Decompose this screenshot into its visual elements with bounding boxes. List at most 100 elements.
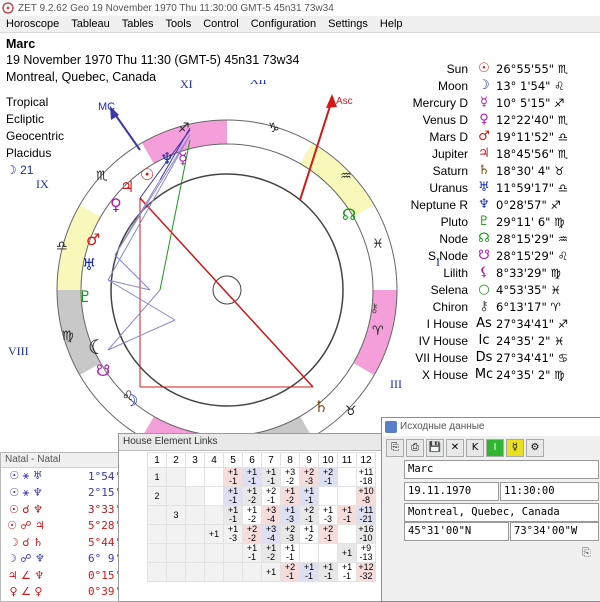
grid-cell	[185, 543, 205, 563]
input-dialog-title: Исходные данные	[400, 421, 485, 432]
house-links-grid: 1 2 3 4 5 6 7 8 9 10 11 12 1 +1 -1 +1 -1 +1 -1 +3 -2 +2 -3 +2 -1…	[147, 452, 376, 582]
planet-row[interactable]: Sun ☉ 26°55'55" ♏	[408, 60, 598, 77]
grid-column-header: 1	[147, 452, 167, 468]
grid-row: 2 +1 -1 +1 -2 +2 -1 +1 -2 +1 -1 +10 -8	[147, 486, 376, 506]
save-button[interactable]: 💾	[426, 439, 444, 457]
grid-cell	[147, 562, 167, 582]
grid-cell	[337, 486, 357, 506]
planet-row[interactable]: IV House Ic 24°35' 2" ♓	[408, 332, 598, 349]
planet-row[interactable]: X House Mc 24°35' 2" ♍	[408, 366, 598, 383]
grid-cell	[337, 524, 357, 544]
grid-column-header: 6	[242, 452, 262, 468]
planet-positions-list: Sun ☉ 26°55'55" ♏ Moon ☽ 13° 1'54" ♌ Mercury D…	[408, 60, 598, 383]
aspect-symbols: ☉ ☍ ♃	[7, 519, 45, 533]
copy-button[interactable]: ⎘	[386, 439, 404, 457]
grid-column-header: 10	[318, 452, 338, 468]
grid-cell	[185, 562, 205, 582]
planet-name: Sun	[446, 61, 468, 76]
grid-cell	[185, 467, 205, 487]
planet-position: 19°11'52" ♎	[496, 129, 569, 144]
delete-button[interactable]: ✕	[446, 439, 464, 457]
planet-name: Lilith	[443, 265, 468, 280]
copy-icon[interactable]: ⎘	[582, 546, 591, 560]
grid-cell	[185, 505, 205, 525]
planet-row[interactable]: Selena ○ 4°53'35" ♓	[408, 281, 598, 298]
pluto-glyph: ♇	[78, 287, 92, 306]
date-field[interactable]: 19.11.1970	[404, 482, 499, 501]
menu-help[interactable]: Help	[374, 18, 409, 30]
menu-control[interactable]: Control	[197, 18, 244, 30]
planet-symbol-icon: ♆	[478, 197, 490, 212]
house-element-links-window[interactable]: House Element Links 1 2 3 4 5 6 7 8 9 10 11 12 1 +1 -1…	[118, 433, 390, 602]
menu-tools[interactable]: Tools	[160, 18, 198, 30]
menu-configuration[interactable]: Configuration	[245, 18, 322, 30]
grid-cell: +1 -1	[242, 543, 262, 563]
grid-cell: 2	[147, 486, 167, 506]
planet-row[interactable]: Mars D ♂ 19°11'52" ♎	[408, 128, 598, 145]
grid-column-header: 5	[223, 452, 243, 468]
k-button[interactable]: K	[466, 439, 484, 457]
planet-name: Venus D	[422, 112, 468, 127]
planet-name: Pluto	[440, 214, 468, 229]
grid-row: +1 +2 -1 +1 -1 +1 -1 +1 -1 +12 -32	[147, 562, 376, 582]
planet-row[interactable]: Lilith ⚸ 8°33'29" ♍	[408, 264, 598, 281]
grid-column-header: 9	[299, 452, 319, 468]
planet-name: Chiron	[432, 299, 468, 314]
window-title: ZET 9.2.62 Geo 19 November 1970 Thu 11:3…	[18, 2, 334, 14]
grid-column-header: 4	[204, 452, 224, 468]
planet-row[interactable]: I House As 27°34'41" ♐	[408, 315, 598, 332]
planet-row[interactable]: Jupiter ♃ 18°45'56" ♏	[408, 145, 598, 162]
planet-name: S.Node	[427, 248, 468, 263]
grid-cell: +12 -32	[356, 562, 376, 582]
grid-cell	[147, 524, 167, 544]
planet-position: 18°30' 4" ♉	[496, 163, 565, 178]
place-field[interactable]: Montreal, Quebec, Canada	[404, 503, 599, 522]
planet-row[interactable]: VII House Ds 27°34'41" ♋	[408, 349, 598, 366]
planet-symbol-icon: ♂	[478, 129, 490, 144]
i-button[interactable]: I	[486, 439, 504, 457]
mercury-glyph: ☿	[178, 149, 188, 168]
input-data-dialog[interactable]: Исходные данные ⎘ ⎙ 💾 ✕ K I ☿ ⚙ Marc 19.…	[381, 417, 600, 602]
grid-cell: +1 -1	[223, 486, 243, 506]
menu-tables[interactable]: Tables	[116, 18, 160, 30]
planet-row[interactable]: Saturn ♄ 18°30' 4" ♉	[408, 162, 598, 179]
horoscope-wheel[interactable]: XI XII MC Asc IX II VIII III ♐♑ ♒♓ ♈♉ ♊♋…	[0, 80, 440, 460]
planet-row[interactable]: S.Node ☋ 28°15'29" ♌	[408, 247, 598, 264]
planet-position: 0°28'57" ♐	[496, 197, 561, 212]
planet-row[interactable]: Venus D ♀ 12°22'40" ♏	[408, 111, 598, 128]
chart-person-name: Marc	[6, 37, 36, 51]
planet-row[interactable]: Mercury D ☿ 10° 5'15" ♐	[408, 94, 598, 111]
grid-cell: +3 -2	[280, 467, 300, 487]
paste-button[interactable]: ⎙	[406, 439, 424, 457]
planet-symbol-icon: Ds	[475, 350, 493, 365]
settings-button[interactable]: ⚙	[526, 439, 544, 457]
planet-name: Selena	[430, 282, 468, 297]
sun-glyph: ☉	[140, 165, 154, 184]
planet-position: 24°35' 2" ♍	[496, 367, 565, 382]
time-field[interactable]: 11:30:00	[500, 482, 599, 501]
planet-row[interactable]: Uranus ♅ 11°59'17" ♎	[408, 179, 598, 196]
grid-cell	[223, 562, 243, 582]
planet-position: 28°15'29" ♌	[496, 248, 569, 263]
planet-name: Node	[439, 231, 468, 246]
svg-text:♍: ♍	[62, 329, 74, 344]
menu-horoscope[interactable]: Horoscope	[0, 18, 65, 30]
grid-cell: +3 -4	[261, 505, 281, 525]
latitude-field[interactable]: 45°31'00"N	[404, 522, 509, 541]
grid-cell	[166, 486, 186, 506]
longitude-field[interactable]: 73°34'00"W	[510, 522, 599, 541]
grid-cell	[185, 486, 205, 506]
planet-row[interactable]: Chiron ⚷ 6°13'17" ♈	[408, 298, 598, 315]
planet-row[interactable]: Neptune R ♆ 0°28'57" ♐	[408, 196, 598, 213]
planet-row[interactable]: Node ☊ 28°15'29" ♒	[408, 230, 598, 247]
grid-cell	[299, 543, 319, 563]
name-field[interactable]: Marc	[404, 460, 599, 479]
menu-settings[interactable]: Settings	[322, 18, 374, 30]
aspect-symbols: ☽ ☍ ♆	[7, 552, 45, 566]
menu-tableau[interactable]: Tableau	[65, 18, 116, 30]
planet-row[interactable]: Moon ☽ 13° 1'54" ♌	[408, 77, 598, 94]
planet-button[interactable]: ☿	[506, 439, 524, 457]
menu-bar: Horoscope Tableau Tables Tools Control C…	[0, 16, 600, 33]
planet-row[interactable]: Pluto ♇ 29°11' 6" ♍	[408, 213, 598, 230]
grid-column-header: 11	[337, 452, 357, 468]
